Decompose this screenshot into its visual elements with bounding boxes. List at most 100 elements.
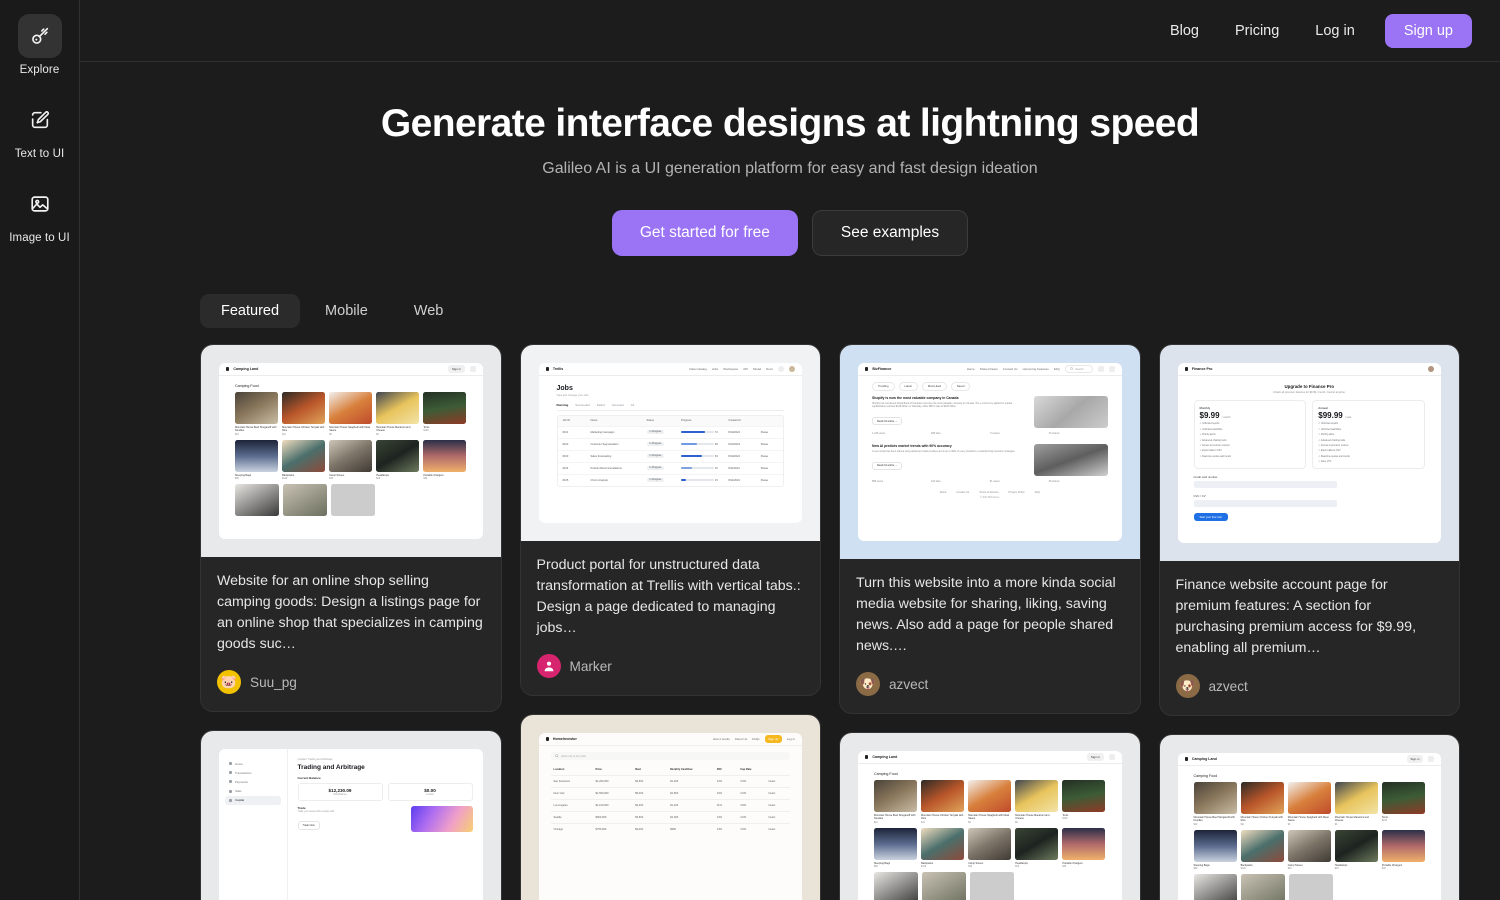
table-row[interactable]: #103 Sales Forecasting In Progress 63 8/… <box>557 451 783 463</box>
mock-signin[interactable]: Sign in <box>448 365 465 373</box>
mock-sidebar-item[interactable]: Stats <box>225 787 281 796</box>
mock-tab[interactable]: All <box>631 403 634 407</box>
table-row[interactable]: #105 Churn Analysis In Progress 15 8/11/… <box>558 475 784 486</box>
mock-nav-item[interactable]: Home <box>967 367 975 371</box>
mock-nav-item[interactable]: FAQs <box>752 737 760 741</box>
mock-filter-chip[interactable]: Trending <box>872 382 895 391</box>
mock-signin[interactable]: Sign in <box>1087 753 1104 761</box>
mock-plan-monthly[interactable]: Monthly $9.99 / month ✓ Unlimited report… <box>1193 400 1307 470</box>
mock-filter-chip[interactable]: Saved <box>950 382 971 391</box>
mock-tab[interactable]: Failed <box>597 403 605 407</box>
mock-footer-link[interactable]: About <box>940 491 947 494</box>
table-row[interactable]: San Francisco $1,200,000 $4,500 $1,200 1… <box>550 776 790 788</box>
mock-submit-button[interactable]: Start your free trial <box>1193 513 1228 522</box>
bookmark-icon[interactable] <box>1108 366 1115 372</box>
mock-nav-item[interactable]: Shared News <box>980 367 998 371</box>
mock-footer-link[interactable]: Contact Us <box>956 491 969 494</box>
nav-link-blog[interactable]: Blog <box>1152 15 1217 47</box>
mock-saves[interactable]: 51 saves <box>990 480 1049 483</box>
mock-sidebar-item[interactable]: Capital <box>225 795 281 805</box>
sidebar-item-image-to-ui[interactable]: Image to UI <box>0 182 80 244</box>
tab-featured[interactable]: Featured <box>200 294 301 328</box>
gallery-card-news[interactable]: BizFinance Home Shared News Contact Us U… <box>839 344 1141 714</box>
mock-likes[interactable]: 143 likes <box>931 480 990 483</box>
sidebar-item-explore[interactable]: Explore <box>0 14 80 76</box>
mock-login[interactable]: Log in <box>787 737 795 741</box>
table-row[interactable]: #101 Marketing Campaign In Progress 72 8… <box>557 427 783 439</box>
signup-button[interactable]: Sign up <box>1384 13 1472 48</box>
mock-cvc-input[interactable] <box>1193 500 1338 508</box>
mock-nav-item[interactable]: Data Catalog <box>689 367 707 371</box>
gallery-card-trading[interactable]: Home Transactions Payments Stats Capital… <box>200 730 502 900</box>
mock-nav-item[interactable]: Upcoming Features <box>1023 367 1049 371</box>
mock-search-input[interactable]: Search <box>1064 365 1093 373</box>
mock-read-more[interactable]: Read full article → <box>872 461 903 470</box>
mock-nav-item[interactable]: About Us <box>735 737 747 741</box>
tab-mobile[interactable]: Mobile <box>304 294 389 328</box>
mock-search-input[interactable]: Enter city or zip code <box>550 752 790 760</box>
gallery-card-property[interactable]: Homelnvestor How it works About Us FAQs … <box>519 714 821 900</box>
mock-nav-item[interactable]: API <box>743 367 748 371</box>
avatar[interactable] <box>789 366 795 372</box>
mock-tab[interactable]: Succeeded <box>575 403 589 407</box>
mock-likes[interactable]: 298 likes <box>931 432 990 435</box>
get-started-button[interactable]: Get started for free <box>611 210 798 256</box>
gallery-card-camping[interactable]: Camping Land Sign in Camping Food Mounta… <box>200 344 502 712</box>
gear-icon[interactable] <box>778 366 784 372</box>
table-row[interactable]: New York $1,500,000 $5,000 $1,500 10% 3.… <box>550 788 790 800</box>
mock-shares[interactable]: 28 shares <box>1049 480 1108 483</box>
mock-tab[interactable]: Canceled <box>612 403 624 407</box>
nav-link-pricing[interactable]: Pricing <box>1217 15 1297 47</box>
mock-footer-link[interactable]: FAQ <box>1035 491 1040 494</box>
mock-sidebar-item[interactable]: Payments <box>225 777 281 786</box>
mock-nav-item[interactable]: Model <box>753 367 761 371</box>
table-row[interactable]: Chicago $750,000 $3,000 $950 14% 4.5% In… <box>551 824 791 835</box>
nav-link-login[interactable]: Log in <box>1297 15 1373 47</box>
table-row[interactable]: #102 Customer Segmentation In Progress 4… <box>557 439 783 451</box>
gallery-card-camping-2[interactable]: Camping Land Sign in Camping Food Mounta… <box>839 732 1141 900</box>
mock-footer-link[interactable]: Terms of Service <box>979 491 998 494</box>
mock-nav-item[interactable]: Docs <box>766 367 773 371</box>
mock-saves[interactable]: 74 saves <box>990 432 1049 435</box>
card-author[interactable]: 🐶 azvect <box>856 672 1124 696</box>
table-row[interactable]: Los Angeles $1,100,000 $4,200 $1,100 11%… <box>550 800 790 812</box>
mock-nav-item[interactable]: FAQ <box>1054 367 1060 371</box>
mock-filter-chip[interactable]: Latest <box>898 382 918 391</box>
gallery-card-finance[interactable]: Finance Pro Upgrade to Finance Pro Unloc… <box>1158 344 1460 716</box>
cart-icon[interactable] <box>469 366 476 372</box>
mock-nav-item[interactable]: Workspace <box>723 367 738 371</box>
mock-footer-link[interactable]: Privacy Policy <box>1009 491 1025 494</box>
mock-shares[interactable]: 33 shares <box>1049 432 1108 435</box>
mock-sidebar-item[interactable]: Transactions <box>225 768 281 777</box>
grid-icon[interactable] <box>1097 366 1104 372</box>
cart-icon[interactable] <box>1108 754 1115 760</box>
card-author[interactable]: Marker <box>536 654 805 678</box>
tab-web[interactable]: Web <box>393 294 465 328</box>
mock-tab[interactable]: Running <box>557 403 569 407</box>
mock-trade-cta[interactable]: Trade Now <box>297 821 320 830</box>
mock-plan-annual[interactable]: Annual $99.99 / year ✓ Unlimited reports… <box>1312 400 1425 470</box>
mock-article[interactable]: Shopify is now the most valuable company… <box>858 391 1122 428</box>
page-title: Generate interface designs at lightning … <box>380 102 1200 145</box>
cart-icon[interactable] <box>1428 756 1434 762</box>
gallery-column: BizFinance Home Shared News Contact Us U… <box>839 344 1141 900</box>
sidebar-item-text-to-ui[interactable]: Text to UI <box>0 98 80 160</box>
see-examples-button[interactable]: See examples <box>811 210 969 256</box>
table-row[interactable]: Seattle $900,000 $3,500 $1,000 13% 4.0% … <box>550 812 790 824</box>
gallery-card-trellis[interactable]: Trellis Data Catalog Jobs Workspace API … <box>519 344 821 696</box>
mock-signup-button[interactable]: Sign up <box>764 735 782 743</box>
mock-article[interactable]: New AI predicts market trends with 90% a… <box>858 439 1122 476</box>
card-author[interactable]: 🐶 azvect <box>1175 674 1444 698</box>
mock-read-more[interactable]: Read full article → <box>872 417 903 426</box>
mock-sidebar-item[interactable]: Home <box>225 759 281 768</box>
avatar[interactable] <box>1428 366 1434 372</box>
mock-card-input[interactable] <box>1193 481 1338 489</box>
mock-nav-item[interactable]: Jobs <box>712 367 718 371</box>
mock-signin[interactable]: Sign in <box>1406 755 1423 763</box>
mock-filter-chip[interactable]: Most Liked <box>921 382 947 391</box>
mock-nav-item[interactable]: How it works <box>713 737 730 741</box>
mock-nav-item[interactable]: Contact Us <box>1003 367 1018 371</box>
table-row[interactable]: #104 Product Recommendations In Progress… <box>557 463 783 475</box>
gallery-card-camping-3[interactable]: Camping Land Sign in Camping Food Mounta… <box>1158 734 1460 900</box>
card-author[interactable]: 🐷 Suu_pg <box>217 670 485 694</box>
